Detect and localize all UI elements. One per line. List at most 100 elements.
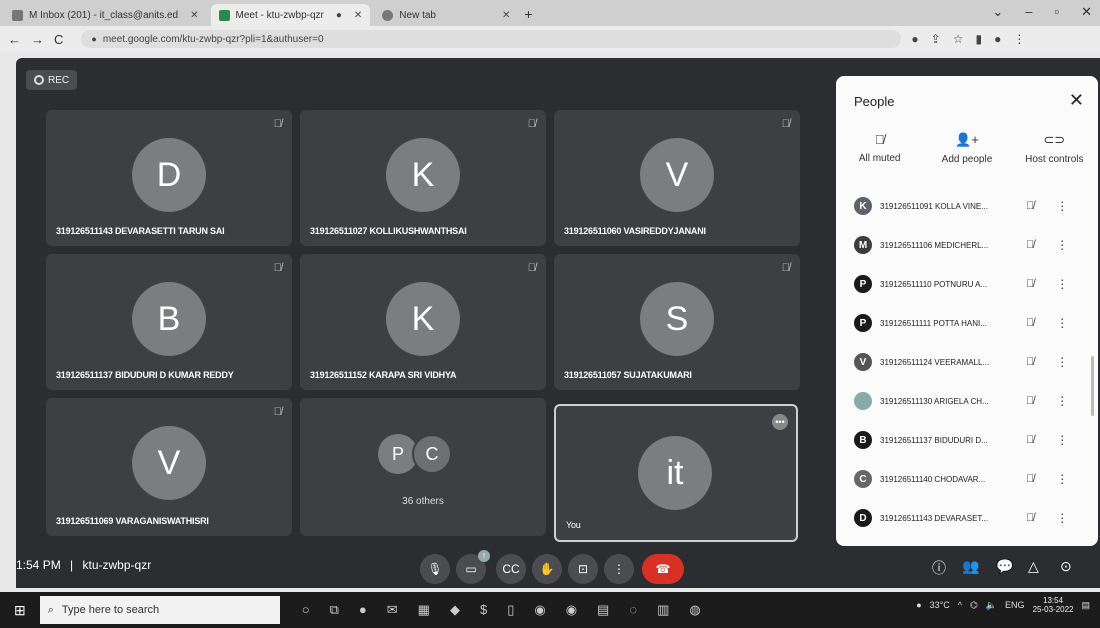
- more-options-icon[interactable]: ⋮: [1056, 277, 1068, 291]
- more-options-button[interactable]: ⋮: [604, 554, 634, 584]
- more-options-icon[interactable]: ⋮: [1056, 316, 1068, 330]
- captions-button[interactable]: CC: [496, 554, 526, 584]
- language[interactable]: ENG: [1005, 600, 1025, 610]
- close-icon[interactable]: ✕: [354, 10, 362, 21]
- search-input[interactable]: ⌕ Type here to search: [39, 596, 280, 624]
- add-people-button[interactable]: 👤+ Add people: [925, 132, 1009, 165]
- list-item[interactable]: V 319126511124 VEERAMALL... 🎙̸ ⋮: [836, 344, 1086, 380]
- app-icon[interactable]: $: [480, 602, 487, 618]
- app-icon[interactable]: ◌: [629, 602, 637, 618]
- participant-tile[interactable]: 🎙̸ D 319126511143 DEVARASETTI TARUN SAI: [46, 110, 292, 246]
- calendar-icon[interactable]: ▦: [418, 602, 430, 618]
- raise-hand-button[interactable]: ✋: [532, 554, 562, 584]
- participant-tile[interactable]: 🎙̸ V 319126511069 VARAGANISWATHISRI: [46, 398, 292, 536]
- tab-gmail[interactable]: M Inbox (201) - it_class@anits.ed ✕: [4, 4, 207, 26]
- info-icon[interactable]: ⓘ: [932, 558, 946, 578]
- self-tile[interactable]: ••• it You: [554, 404, 798, 542]
- volume-icon[interactable]: 🔈: [986, 600, 997, 611]
- task-view-icon[interactable]: ⧉: [330, 602, 339, 618]
- minimize-icon[interactable]: –: [1025, 4, 1032, 20]
- close-icon[interactable]: ✕: [502, 10, 510, 21]
- clock[interactable]: 13:54 25-03-2022: [1033, 596, 1074, 614]
- temperature[interactable]: 33°C: [930, 600, 950, 610]
- sidepanel-icon[interactable]: ▮: [975, 32, 982, 46]
- star-icon[interactable]: ☆: [953, 32, 964, 46]
- cortana-icon[interactable]: ○: [302, 602, 310, 618]
- forward-icon[interactable]: →: [31, 32, 44, 47]
- list-item[interactable]: 319126511130 ARIGELA CH... 🎙̸ ⋮: [836, 383, 1086, 419]
- camera-icon[interactable]: ●: [911, 32, 918, 46]
- reload-icon[interactable]: C: [54, 32, 63, 47]
- tab-label: Meet - ktu-zwbp-qzr: [235, 9, 324, 21]
- participant-tile[interactable]: 🎙̸ K 319126511152 KARAPA SRI VIDHYA: [300, 254, 546, 390]
- more-options-icon[interactable]: ⋮: [1056, 238, 1068, 252]
- participant-tile[interactable]: 🎙̸ S 319126511057 SUJATAKUMARI: [554, 254, 800, 390]
- list-item[interactable]: M 319126511106 MEDICHERL... 🎙̸ ⋮: [836, 227, 1086, 263]
- more-options-icon[interactable]: ⋮: [1056, 394, 1068, 408]
- list-item[interactable]: P 319126511110 POTNURU A... 🎙̸ ⋮: [836, 266, 1086, 302]
- meeting-time: 1:54 PM: [16, 558, 61, 572]
- more-options-icon[interactable]: •••: [772, 414, 788, 430]
- app-icon[interactable]: ▥: [657, 602, 669, 618]
- screen: M Inbox (201) - it_class@anits.ed ✕ Meet…: [0, 0, 1100, 628]
- mic-off-icon: 🎙̸: [1026, 395, 1035, 407]
- participant-tile[interactable]: 🎙̸ K 319126511027 KOLLIKUSHWANTHSAI: [300, 110, 546, 246]
- windows-start-icon[interactable]: ⊞: [14, 602, 26, 619]
- list-item[interactable]: B 319126511137 BIDUDURI D... 🎙̸ ⋮: [836, 422, 1086, 458]
- network-icon[interactable]: ⌬: [970, 600, 978, 611]
- edge-icon[interactable]: ●: [359, 602, 367, 618]
- list-item[interactable]: K 319126511091 KOLLA VINE... 🎙̸ ⋮: [836, 188, 1086, 224]
- list-item[interactable]: D 319126511143 DEVARASET... 🎙̸ ⋮: [836, 500, 1086, 536]
- others-tile[interactable]: P C 36 others: [300, 398, 546, 536]
- close-icon[interactable]: ✕: [190, 10, 198, 21]
- participant-tile[interactable]: 🎙̸ B 319126511137 BIDUDURI D KUMAR REDDY: [46, 254, 292, 390]
- chevron-up-icon[interactable]: ^: [958, 600, 962, 610]
- menu-icon[interactable]: ⋮: [1013, 32, 1025, 46]
- host-controls-icon[interactable]: ⊙: [1060, 558, 1072, 575]
- new-tab-button[interactable]: +: [524, 6, 532, 22]
- close-icon[interactable]: ✕: [1069, 90, 1084, 111]
- scrollbar[interactable]: [1091, 356, 1094, 416]
- record-icon: [34, 75, 44, 85]
- share-icon[interactable]: ⇪: [931, 32, 941, 46]
- participant-name: 319126511069 VARAGANISWATHISRI: [56, 516, 209, 526]
- tab-label: M Inbox (201) - it_class@anits.ed: [29, 9, 179, 21]
- chat-icon[interactable]: 💬: [996, 558, 1013, 575]
- app-icon[interactable]: ◍: [689, 602, 700, 618]
- notifications-icon[interactable]: ▤: [1081, 600, 1090, 611]
- chrome-icon[interactable]: ◉: [566, 602, 577, 618]
- list-item[interactable]: P 319126511111 POTTA HANI... 🎙̸ ⋮: [836, 305, 1086, 341]
- people-icon[interactable]: 👥: [962, 558, 979, 575]
- more-options-icon[interactable]: ⋮: [1056, 433, 1068, 447]
- mic-button[interactable]: 🎙: [420, 554, 450, 584]
- tab-new[interactable]: New tab ✕: [374, 4, 518, 26]
- mic-off-icon: 🎙̸: [1026, 356, 1035, 368]
- more-options-icon[interactable]: ⋮: [1056, 511, 1068, 525]
- more-options-icon[interactable]: ⋮: [1056, 472, 1068, 486]
- profile-icon[interactable]: ●: [994, 32, 1001, 46]
- all-muted-button[interactable]: 🎙̸ All muted: [838, 132, 922, 165]
- leave-call-button[interactable]: ☎: [642, 554, 684, 584]
- mail-icon[interactable]: ✉: [387, 602, 398, 618]
- back-icon[interactable]: ←: [8, 32, 21, 47]
- app-icon[interactable]: ▯: [507, 602, 514, 618]
- toggle-icon: ⊂⊃: [1043, 132, 1066, 147]
- maximize-icon[interactable]: ▫: [1054, 4, 1059, 20]
- tab-search-icon[interactable]: ⌄: [992, 4, 1003, 20]
- chrome-icon[interactable]: ◉: [534, 602, 545, 618]
- avatar: V: [132, 426, 206, 500]
- mic-off-icon: 🎙̸: [527, 118, 536, 130]
- list-item[interactable]: C 319126511140 CHODAVAR... 🎙̸ ⋮: [836, 461, 1086, 497]
- participant-tile[interactable]: 🎙̸ V 319126511060 VASIREDDYJANANI: [554, 110, 800, 246]
- present-button[interactable]: ⊡: [568, 554, 598, 584]
- more-options-icon[interactable]: ⋮: [1056, 199, 1068, 213]
- camera-button[interactable]: ▭!: [456, 550, 490, 584]
- close-window-icon[interactable]: ✕: [1081, 4, 1092, 20]
- more-options-icon[interactable]: ⋮: [1056, 355, 1068, 369]
- activities-icon[interactable]: △: [1028, 558, 1039, 575]
- app-icon[interactable]: ▤: [597, 602, 609, 618]
- address-bar[interactable]: ● meet.google.com/ktu-zwbp-qzr?pli=1&aut…: [81, 30, 902, 48]
- host-controls-button[interactable]: ⊂⊃ Host controls: [1012, 132, 1096, 165]
- tab-meet[interactable]: Meet - ktu-zwbp-qzr ● ✕: [210, 4, 371, 26]
- dropbox-icon[interactable]: ◆: [450, 602, 460, 618]
